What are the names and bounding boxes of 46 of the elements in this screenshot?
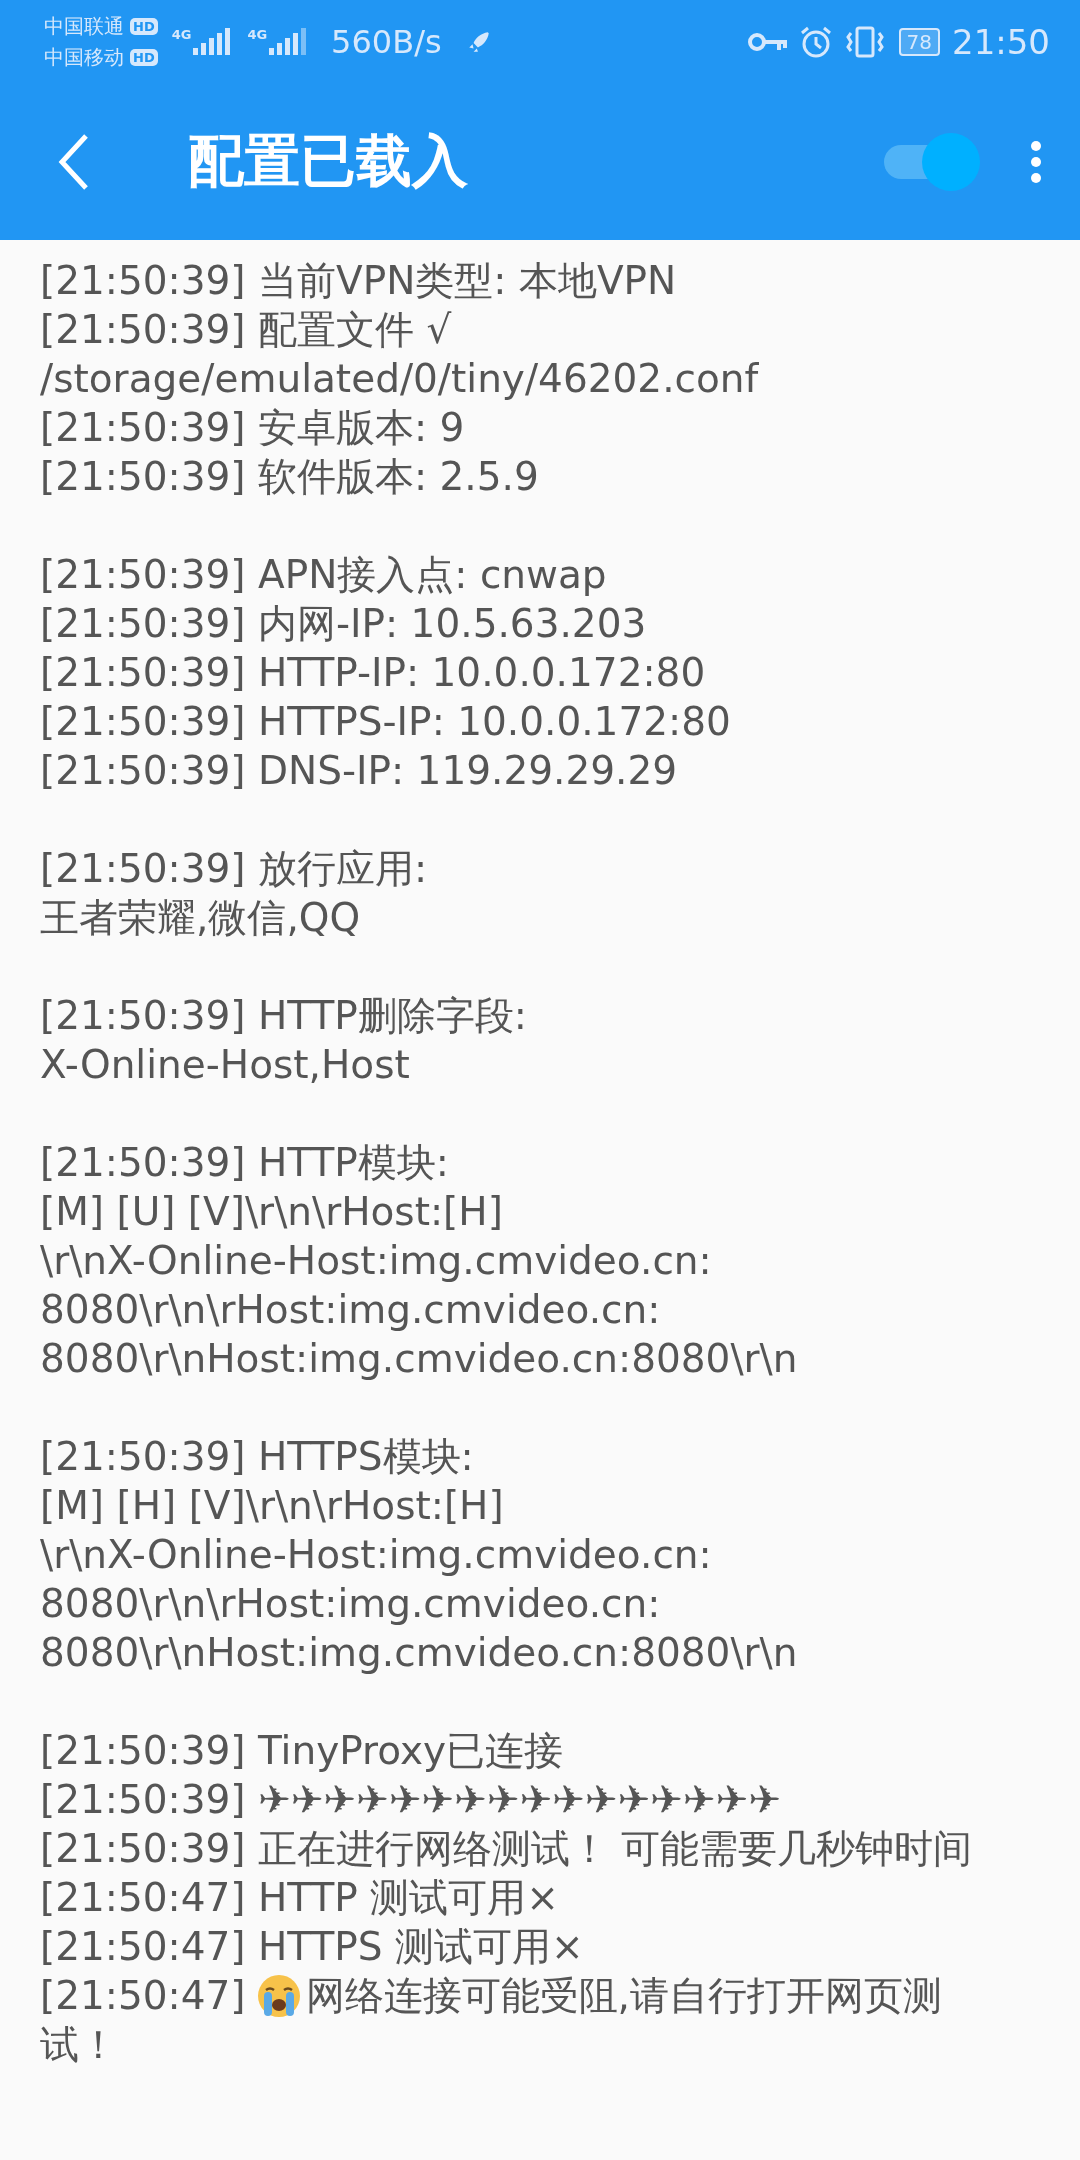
log-line: [21:50:39] ✈✈✈✈✈✈✈✈✈✈✈✈✈✈✈✈ [40,1776,781,1824]
log-line: \r\nX-Online-Host:img.cmvideo.cn: [40,1237,712,1285]
log-line: 8080\r\n\rHost:img.cmvideo.cn: [40,1286,661,1334]
log-line: [21:50:39] 安卓版本: 9 [40,404,465,452]
log-line: [M] [U] [V]\r\n\rHost:[H] [40,1188,503,1236]
log-line: [21:50:47] HTTP 测试可用× [40,1874,559,1922]
log-line: 8080\r\n\rHost:img.cmvideo.cn: [40,1580,661,1628]
network-speed: 560B/s [331,22,442,61]
log-line: [21:50:39] 内网-IP: 10.5.63.203 [40,600,647,648]
more-icon[interactable] [1030,139,1042,184]
log-line: \r\nX-Online-Host:img.cmvideo.cn: [40,1531,712,1579]
log-line: [21:50:39] 配置文件 √ [40,306,452,354]
log-line: X-Online-Host,Host [40,1041,410,1089]
hd-badge: HD [130,17,158,35]
log-line: [21:50:39] DNS-IP: 119.29.29.29 [40,747,678,795]
battery-indicator: 78 [898,27,940,56]
log-line: [21:50:39] HTTP模块: [40,1139,449,1187]
log-line: [21:50:47] HTTPS 测试可用× [40,1923,584,1971]
log-line: 网络连接可能受阻,请自行打开网页测 [305,1972,942,2020]
log-timestamp: [21:50:47] [40,1972,246,2020]
log-line: [21:50:39] 放行应用: [40,845,428,893]
network-type: 4G [247,26,268,42]
log-line: 8080\r\nHost:img.cmvideo.cn:8080\r\n [40,1629,798,1677]
log-line: 8080\r\nHost:img.cmvideo.cn:8080\r\n [40,1335,798,1383]
log-line: [21:50:39] HTTP删除字段: [40,992,527,1040]
log-line: [21:50:39] HTTP-IP: 10.0.0.172:80 [40,649,706,697]
log-line: [21:50:39] 当前VPN类型: 本地VPN [40,257,677,305]
log-line: /storage/emulated/0/tiny/46202.conf [40,355,759,403]
carrier-name: 中国联通 [44,12,124,40]
log-line: [21:50:39] APN接入点: cnwap [40,551,607,599]
hd-badge: HD [130,48,158,66]
log-line: 试！ [40,2021,118,2069]
carrier-name: 中国移动 [44,43,124,71]
crying-face-icon [255,1972,302,2019]
clock: 21:50 [952,21,1050,62]
log-line: [21:50:39] 软件版本: 2.5.9 [40,453,539,501]
log-line: [21:50:39] HTTPS模块: [40,1433,474,1481]
log-line: [21:50:39] TinyProxy已连接 [40,1727,564,1775]
vibrate-icon [844,24,885,59]
log-line: 王者荣耀,微信,QQ [40,894,361,942]
network-type: 4G [171,26,192,42]
page-title: 配置已载入 [188,126,469,195]
log-line: [21:50:39] 正在进行网络测试！ 可能需要几秒钟时间 [40,1825,973,1873]
alarm-icon [798,24,833,59]
log-line: [21:50:39] HTTPS-IP: 10.0.0.172:80 [40,698,731,746]
log-line: [M] [H] [V]\r\n\rHost:[H] [40,1482,504,1530]
